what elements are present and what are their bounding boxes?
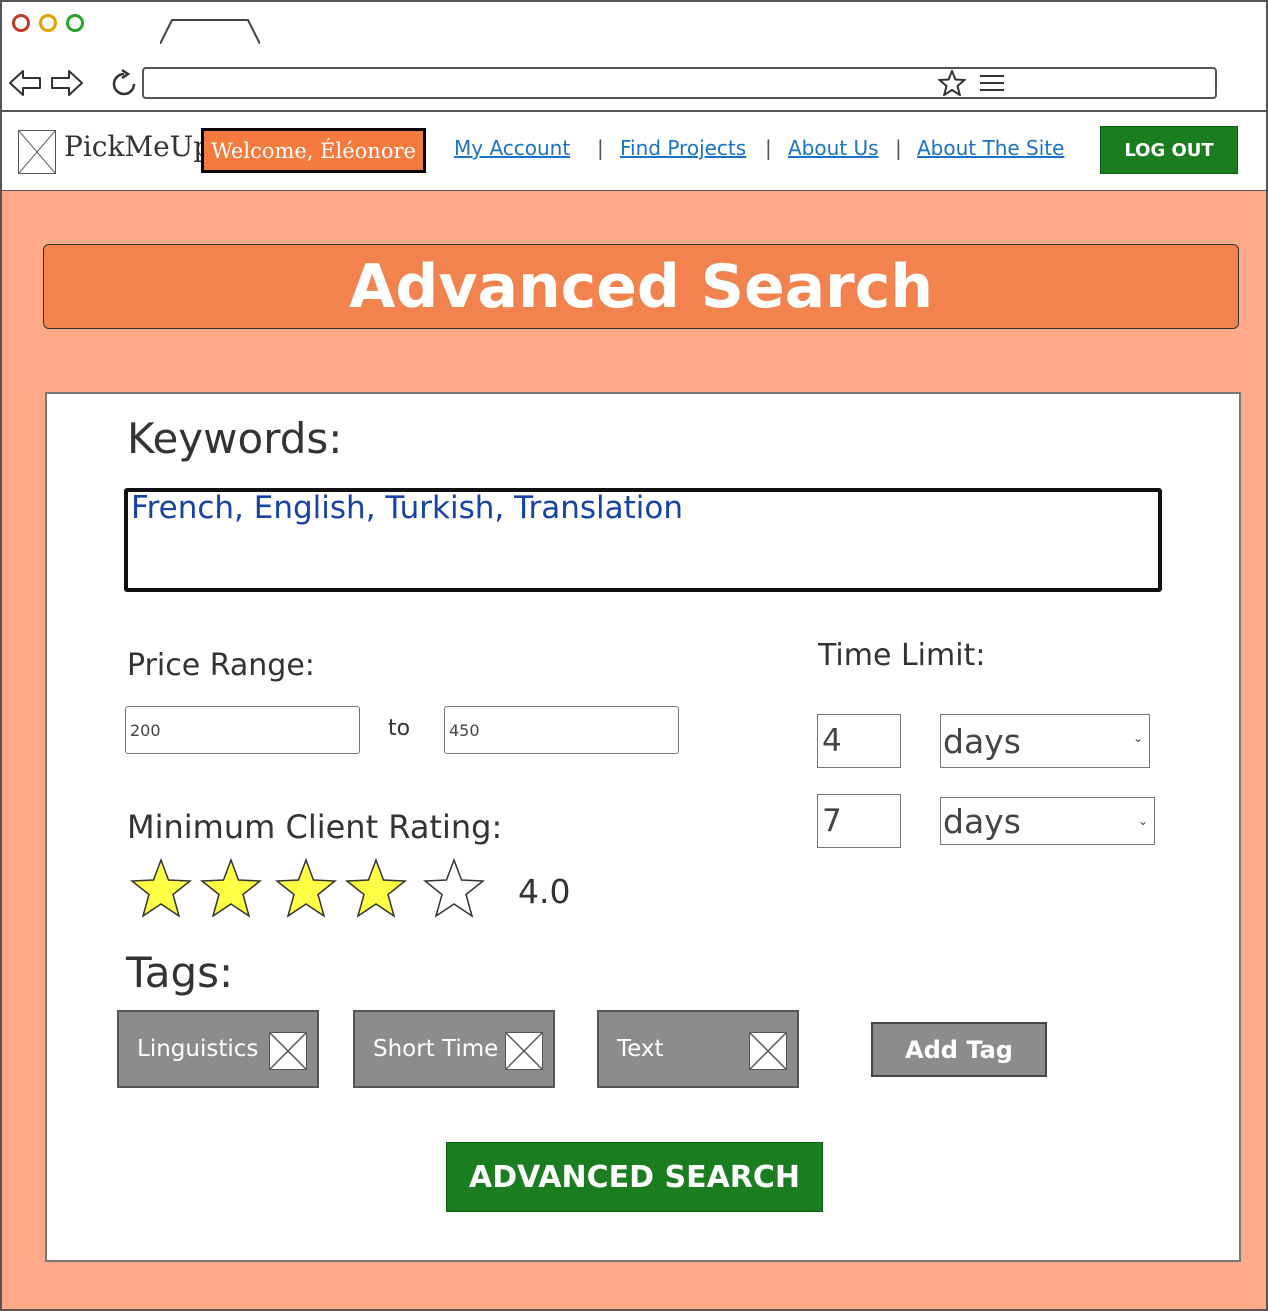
keywords-value: French, English, Turkish, Translation	[131, 490, 684, 526]
tag-chip-linguistics: Linguistics	[117, 1010, 319, 1088]
time-limit-max-value: 7	[822, 803, 842, 839]
logout-button[interactable]: LOG OUT	[1100, 126, 1238, 174]
star-filled-icon[interactable]	[200, 858, 262, 920]
logo-placeholder-icon	[18, 130, 56, 174]
chevron-down-icon: ⌄	[1137, 814, 1148, 828]
time-limit-min-unit-select[interactable]: days ⌄	[940, 714, 1150, 768]
tag-label: Short Time	[373, 1036, 499, 1062]
page-title: Advanced Search	[43, 244, 1239, 329]
remove-tag-icon[interactable]	[269, 1032, 307, 1070]
min-rating-label: Minimum Client Rating:	[127, 808, 503, 846]
time-limit-label: Time Limit:	[818, 638, 986, 673]
tag-label: Text	[617, 1036, 664, 1062]
add-tag-button[interactable]: Add Tag	[871, 1022, 1047, 1077]
time-limit-max-unit: days	[943, 801, 1021, 841]
price-range-label: Price Range:	[127, 648, 315, 683]
rating-value: 4.0	[518, 872, 571, 911]
address-bar[interactable]	[142, 67, 1217, 99]
menu-icon[interactable]	[978, 73, 1006, 93]
maximize-window-dot[interactable]	[66, 14, 84, 32]
star-filled-icon[interactable]	[345, 858, 407, 920]
remove-tag-icon[interactable]	[749, 1032, 787, 1070]
tag-chip-short-time: Short Time	[353, 1010, 555, 1088]
star-filled-icon[interactable]	[275, 858, 337, 920]
bookmark-star-icon[interactable]	[938, 70, 966, 96]
keywords-label: Keywords:	[127, 414, 343, 463]
forward-arrow-icon[interactable]	[50, 68, 84, 98]
time-limit-max-input[interactable]: 7	[817, 794, 901, 848]
tags-label: Tags:	[126, 948, 234, 997]
back-arrow-icon[interactable]	[8, 68, 42, 98]
nav-link-my-account[interactable]: My Account	[454, 136, 570, 160]
price-min-value: 200	[130, 720, 161, 740]
minimize-window-dot[interactable]	[39, 14, 57, 32]
nav-separator: |	[597, 136, 604, 160]
browser-tab[interactable]	[160, 18, 260, 44]
price-max-value: 450	[449, 720, 480, 740]
price-max-input[interactable]: 450	[444, 706, 679, 754]
time-limit-min-unit: days	[943, 721, 1021, 761]
star-filled-icon[interactable]	[130, 858, 192, 920]
nav-separator: |	[895, 136, 902, 160]
time-limit-max-unit-select[interactable]: days ⌄	[940, 797, 1155, 845]
nav-link-about-the-site[interactable]: About The Site	[917, 136, 1064, 160]
price-to-label: to	[388, 716, 411, 741]
brand-name[interactable]: PickMeUp	[64, 130, 211, 163]
nav-link-about-us[interactable]: About Us	[788, 136, 879, 160]
tag-label: Linguistics	[137, 1036, 259, 1062]
reload-icon[interactable]	[108, 68, 140, 100]
nav-separator: |	[765, 136, 772, 160]
time-limit-min-input[interactable]: 4	[817, 714, 901, 768]
time-limit-min-value: 4	[822, 723, 842, 759]
tag-chip-text: Text	[597, 1010, 799, 1088]
star-empty-icon[interactable]	[423, 858, 485, 920]
advanced-search-button[interactable]: ADVANCED SEARCH	[446, 1142, 823, 1212]
price-min-input[interactable]: 200	[125, 706, 360, 754]
close-window-dot[interactable]	[12, 14, 30, 32]
chevron-down-icon: ⌄	[1132, 731, 1143, 745]
nav-link-find-projects[interactable]: Find Projects	[620, 136, 746, 160]
remove-tag-icon[interactable]	[505, 1032, 543, 1070]
welcome-badge: Welcome, Éléonore	[201, 128, 426, 173]
